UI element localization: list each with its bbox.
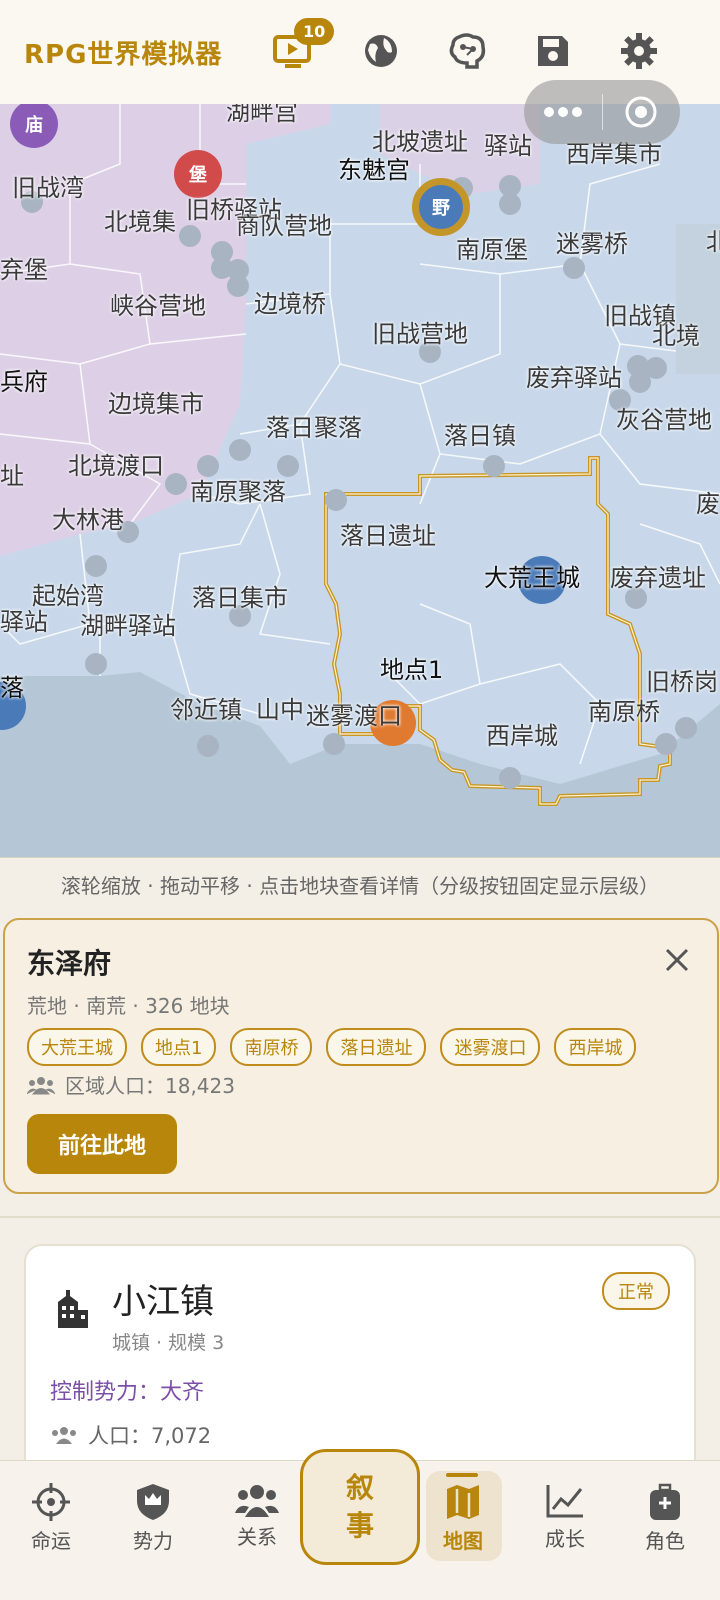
video-icon[interactable]: 10	[272, 18, 335, 72]
town-population: 人口：7,072	[50, 1420, 211, 1450]
wild-marker[interactable]: 野	[412, 178, 470, 236]
narrative-label-2: 事	[345, 1509, 374, 1542]
city-building-icon	[58, 1290, 88, 1328]
people-icon	[27, 1076, 55, 1094]
globe-icon[interactable]	[360, 30, 402, 72]
map-label: 驿站	[0, 608, 48, 636]
nav-item-relations[interactable]: 关系	[212, 1483, 302, 1550]
map-label: 东魅宫	[338, 156, 410, 184]
nav-label: 命运	[31, 1529, 71, 1553]
map-label: 湖畔驿站	[80, 612, 176, 640]
narrative-button[interactable]: 叙 事	[300, 1449, 420, 1565]
map-label: 西岸城	[486, 722, 558, 750]
nav-item-growth[interactable]: 成长	[520, 1483, 610, 1552]
close-target-icon[interactable]	[603, 80, 681, 144]
region-tag[interactable]: 大荒王城	[27, 1028, 127, 1066]
map-label: 废弃遗址	[610, 564, 706, 592]
map-label: 落日集市	[192, 584, 288, 612]
group-icon	[235, 1485, 279, 1517]
map-label: 灰谷营地	[616, 406, 712, 434]
map-label: 大荒王城	[484, 564, 580, 592]
map-label: 地点1	[380, 656, 444, 684]
nav-active-indicator	[446, 1473, 478, 1477]
map-label: 北境	[652, 322, 700, 350]
map-label: 旧战营地	[372, 320, 468, 348]
nav-label: 角色	[645, 1529, 685, 1553]
map-label: 迷雾渡口	[306, 702, 402, 730]
nav-label: 地图	[443, 1529, 483, 1553]
region-tag[interactable]: 迷雾渡口	[440, 1028, 541, 1066]
region-tag[interactable]: 地点1	[141, 1028, 217, 1066]
controlling-faction[interactable]: 控制势力：大齐	[50, 1374, 204, 1406]
region-name: 东泽府	[27, 947, 112, 980]
more-icon[interactable]	[524, 80, 602, 144]
map-label: 落	[0, 674, 24, 702]
gear-icon[interactable]	[618, 30, 660, 72]
map-hint: 滚轮缩放 · 拖动平移 · 点击地块查看详情（分级按钮固定显示层级）	[60, 874, 660, 898]
close-icon[interactable]	[659, 942, 695, 978]
nav-item-fate[interactable]: 命运	[6, 1483, 96, 1554]
app-title: RPG世界模拟器	[24, 40, 223, 70]
map-label: 址	[0, 462, 24, 490]
people-icon	[52, 1427, 76, 1444]
nav-label: 成长	[545, 1527, 585, 1551]
region-tag[interactable]: 西岸城	[554, 1028, 637, 1066]
map-label: 边境桥	[254, 290, 326, 318]
map-label: 北境渡口	[68, 452, 164, 480]
town-name: 小江镇	[112, 1282, 214, 1322]
go-here-button[interactable]: 前往此地	[27, 1114, 177, 1174]
map-label: 大林港	[52, 506, 124, 534]
region-meta: 荒地 · 南荒 · 326 地块	[27, 994, 230, 1018]
map-label: 落日聚落	[266, 414, 362, 442]
region-tag[interactable]: 落日遗址	[326, 1028, 427, 1066]
nav-item-character[interactable]: 角色	[620, 1483, 710, 1554]
nav-label: 势力	[133, 1529, 173, 1553]
map-label: 山中	[256, 696, 304, 724]
map-label: 弃堡	[0, 256, 48, 284]
miniprogram-capsule	[524, 80, 680, 144]
map-label: 湖畔宫	[226, 104, 298, 126]
map-label: 旧战湾	[12, 174, 84, 202]
notification-badge: 10	[294, 18, 335, 45]
section-divider	[0, 1216, 720, 1218]
region-detail-card: 东泽府 荒地 · 南荒 · 326 地块 大荒王城 地点1 南原桥 落日遗址 迷…	[3, 918, 719, 1194]
map-label: 迷雾桥	[556, 230, 628, 258]
map-label: 落日镇	[444, 422, 516, 450]
world-map[interactable]: 庙 堡 野 湖畔宫 北坡遗址 驿站 西岸集市 东魅宫 旧战湾 北境集 旧桥驿站 …	[0, 104, 720, 858]
map-label: 南原堡	[456, 236, 528, 264]
map-label: 北境集	[104, 208, 176, 236]
status-badge: 正常	[602, 1272, 670, 1310]
nav-label: 关系	[237, 1525, 277, 1549]
map-icon	[447, 1485, 479, 1519]
narrative-label-1: 叙	[345, 1471, 374, 1504]
map-label: 商队营地	[236, 212, 332, 240]
region-tags: 大荒王城 地点1 南原桥 落日遗址 迷雾渡口 西岸城	[27, 1028, 637, 1066]
nav-item-map[interactable]: 地图	[418, 1483, 508, 1554]
brain-icon[interactable]	[446, 30, 488, 72]
line-chart-icon	[546, 1485, 583, 1518]
map-label: 落日遗址	[340, 522, 436, 550]
map-label: 兵府	[0, 368, 48, 396]
crosshair-icon	[32, 1483, 70, 1521]
town-population-text: 人口：7,072	[88, 1424, 212, 1448]
map-label: 边境集市	[108, 390, 204, 418]
map-label: 废	[696, 490, 720, 518]
town-subtitle: 城镇 · 规模 3	[112, 1332, 225, 1354]
map-label: 北	[706, 222, 720, 257]
nav-item-factions[interactable]: 势力	[108, 1483, 198, 1554]
map-label: 峡谷营地	[110, 292, 206, 320]
backpack-icon	[650, 1483, 680, 1520]
region-population-text: 区域人口：18,423	[65, 1074, 235, 1098]
map-label: 南原桥	[588, 698, 660, 726]
map-label: 废弃驿站	[526, 364, 622, 392]
map-label: 南原聚落	[190, 478, 286, 506]
save-icon[interactable]	[532, 30, 574, 72]
map-label: 邻近镇	[170, 696, 242, 724]
region-population: 区域人口：18,423	[27, 1070, 235, 1099]
shield-icon	[137, 1484, 169, 1520]
bottom-nav: 命运 势力 关系 叙 事 地图 成长 角色	[0, 1449, 720, 1600]
region-tag[interactable]: 南原桥	[230, 1028, 313, 1066]
